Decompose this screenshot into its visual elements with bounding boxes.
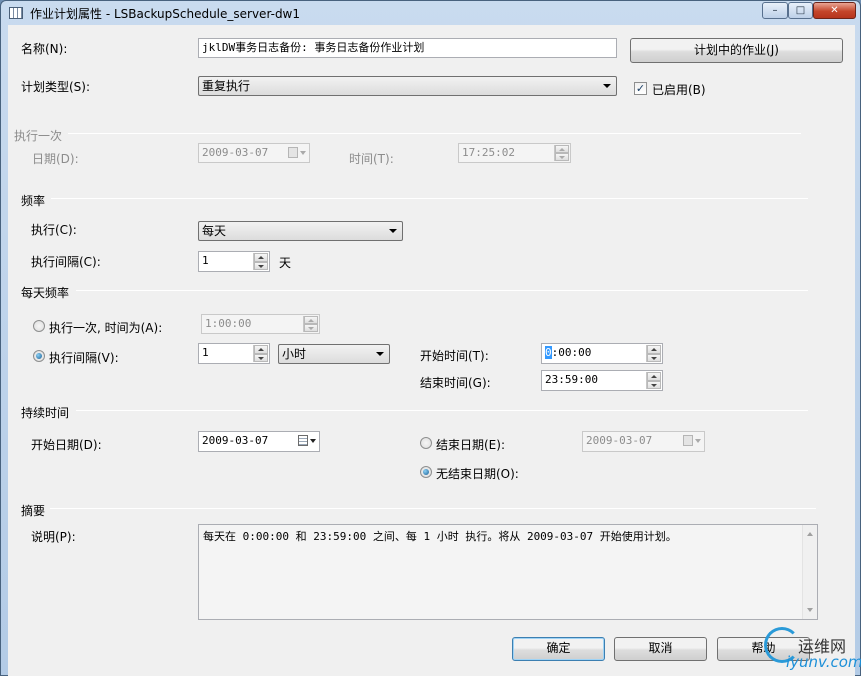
occurs-every-value: 1 xyxy=(202,346,209,359)
description-scrollbar[interactable] xyxy=(802,525,817,619)
cancel-button[interactable]: 取消 xyxy=(614,637,707,661)
start-date-label: 开始日期(D): xyxy=(31,438,102,452)
summary-divider xyxy=(50,508,816,509)
ok-button[interactable]: 确定 xyxy=(512,637,605,661)
occurs-label: 执行(C): xyxy=(31,223,77,237)
every-unit-value: 小时 xyxy=(282,347,307,361)
grid-app-icon xyxy=(9,7,23,19)
occurs-once-label[interactable]: 执行一次, 时间为(A): xyxy=(49,319,162,336)
occurs-once-radio[interactable] xyxy=(33,320,45,332)
calendar-icon[interactable] xyxy=(298,435,316,447)
end-date-value: 2009-03-07 xyxy=(586,434,653,447)
every-spinner[interactable] xyxy=(253,345,268,362)
occurs-once-time-value: 1:00:00 xyxy=(205,317,252,330)
one-time-date-value: 2009-03-07 xyxy=(202,146,269,159)
recurs-every-value: 1 xyxy=(202,254,209,267)
occurs-every-label[interactable]: 执行间隔(V): xyxy=(49,349,119,366)
schedule-type-select[interactable]: 重复执行 xyxy=(198,76,617,96)
duration-divider xyxy=(76,410,808,411)
time-spinner xyxy=(554,145,569,161)
recurs-unit-label: 天 xyxy=(279,256,292,270)
start-date-picker[interactable]: 2009-03-07 xyxy=(198,431,320,452)
no-end-date-radio[interactable] xyxy=(420,466,432,478)
start-time-input[interactable]: 0:00:00 xyxy=(541,343,663,364)
minimize-button[interactable]: – xyxy=(762,2,788,19)
schedule-type-label: 计划类型(S): xyxy=(21,80,91,94)
frequency-section-title: 频率 xyxy=(21,194,46,208)
occurs-every-input[interactable]: 1 xyxy=(198,343,270,364)
name-input[interactable]: jklDW事务日志备份: 事务日志备份作业计划 xyxy=(198,38,617,58)
chevron-down-icon xyxy=(389,229,397,233)
occurs-once-time-input: 1:00:00 xyxy=(201,314,320,334)
start-time-spinner[interactable] xyxy=(646,345,661,362)
one-time-time-input: 17:25:02 xyxy=(458,143,571,163)
description-text: 每天在 0:00:00 和 23:59:00 之间、每 1 小时 执行。将从 2… xyxy=(203,530,677,543)
daily-frequency-divider xyxy=(76,290,808,291)
end-date-label[interactable]: 结束日期(E): xyxy=(436,436,505,453)
one-time-time-value: 17:25:02 xyxy=(462,146,515,159)
one-time-time-label: 时间(T): xyxy=(349,152,394,166)
end-time-spinner[interactable] xyxy=(646,372,661,389)
end-date-picker: 2009-03-07 xyxy=(582,431,705,452)
end-time-value: 23:59:00 xyxy=(545,373,598,386)
no-end-date-label[interactable]: 无结束日期(O): xyxy=(436,465,519,482)
window-title: 作业计划属性 - LSBackupSchedule_server-dw1 xyxy=(30,7,301,21)
end-time-input[interactable]: 23:59:00 xyxy=(541,370,663,391)
title-bar[interactable]: 作业计划属性 - LSBackupSchedule_server-dw1 – □… xyxy=(1,1,860,25)
enabled-label[interactable]: 已启用(B) xyxy=(652,81,706,98)
every-unit-select[interactable]: 小时 xyxy=(278,344,390,364)
one-time-date-label: 日期(D): xyxy=(32,152,79,166)
watermark-logo: 运维网 iyunv.com xyxy=(758,621,861,676)
description-textarea[interactable]: 每天在 0:00:00 和 23:59:00 之间、每 1 小时 执行。将从 2… xyxy=(198,524,818,620)
dialog-body: 名称(N): jklDW事务日志备份: 事务日志备份作业计划 计划中的作业(J)… xyxy=(8,25,855,676)
one-time-section-title: 执行一次 xyxy=(14,129,63,143)
recurs-spinner[interactable] xyxy=(253,253,268,270)
frequency-divider xyxy=(51,198,808,199)
name-label: 名称(N): xyxy=(21,42,68,56)
enabled-checkbox[interactable]: ✓ xyxy=(634,82,647,95)
description-label: 说明(P): xyxy=(31,530,76,544)
calendar-icon xyxy=(683,435,701,447)
maximize-button[interactable]: □ xyxy=(788,2,813,19)
recurs-every-label: 执行间隔(C): xyxy=(31,255,101,269)
occurs-every-radio[interactable] xyxy=(33,350,45,362)
schedule-type-value: 重复执行 xyxy=(202,79,251,93)
jobs-in-schedule-button[interactable]: 计划中的作业(J) xyxy=(630,38,843,63)
one-time-date-picker: 2009-03-07 xyxy=(198,143,310,163)
duration-section-title: 持续时间 xyxy=(21,406,70,420)
time-spinner xyxy=(303,316,318,332)
occurs-value: 每天 xyxy=(202,224,227,238)
close-button[interactable]: ✕ xyxy=(813,2,856,19)
dialog-window: 作业计划属性 - LSBackupSchedule_server-dw1 – □… xyxy=(0,0,861,676)
start-time-label: 开始时间(T): xyxy=(420,349,489,363)
recurs-every-input[interactable]: 1 xyxy=(198,251,270,272)
calendar-icon xyxy=(288,147,306,159)
chevron-down-icon xyxy=(603,84,611,88)
watermark-url: iyunv.com xyxy=(786,653,861,671)
summary-section-title: 摘要 xyxy=(21,504,46,518)
end-time-label: 结束时间(G): xyxy=(420,376,491,390)
daily-frequency-section-title: 每天频率 xyxy=(21,286,70,300)
start-time-caret: 0 xyxy=(545,346,552,359)
end-date-radio[interactable] xyxy=(420,437,432,449)
chevron-down-icon xyxy=(376,352,384,356)
start-time-value: :00:00 xyxy=(551,346,592,359)
occurs-select[interactable]: 每天 xyxy=(198,221,403,241)
start-date-value: 2009-03-07 xyxy=(202,434,269,447)
one-time-divider xyxy=(68,133,801,134)
